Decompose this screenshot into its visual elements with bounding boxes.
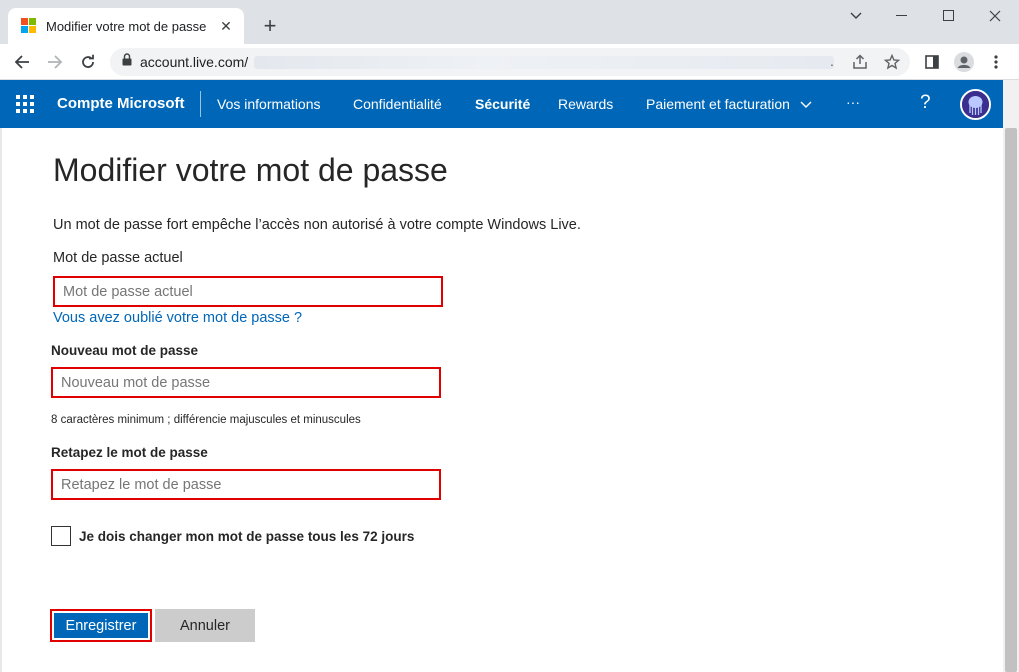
avatar[interactable] [960, 89, 991, 120]
cancel-button[interactable]: Annuler [155, 609, 255, 642]
close-window-icon[interactable] [975, 4, 1015, 28]
tab-search-icon[interactable] [836, 4, 876, 28]
forward-icon[interactable] [41, 48, 69, 76]
back-icon[interactable] [8, 48, 36, 76]
account-nav-bar: Compte Microsoft Vos informations Confid… [0, 80, 1003, 128]
browser-tab-strip: Modifier votre mot de passe ✕ + [0, 0, 1019, 44]
chevron-down-icon [800, 101, 812, 109]
nav-item-confidentialite[interactable]: Confidentialité [353, 96, 442, 112]
url-redacted [254, 56, 834, 69]
address-bar[interactable]: account.live.com/ . [110, 48, 910, 76]
share-icon[interactable] [846, 48, 874, 76]
browser-tab[interactable]: Modifier votre mot de passe ✕ [8, 8, 244, 44]
browser-toolbar: account.live.com/ . [0, 44, 1019, 80]
window-edge [0, 128, 2, 672]
side-panel-icon[interactable] [918, 48, 946, 76]
maximize-icon[interactable] [929, 4, 969, 28]
nav-item-paiement[interactable]: Paiement et facturation [646, 96, 812, 112]
tab-title: Modifier votre mot de passe [46, 18, 207, 34]
retype-password-label: Retapez le mot de passe [51, 445, 208, 460]
bookmark-star-icon[interactable] [878, 48, 906, 76]
nav-item-paiement-label: Paiement et facturation [646, 96, 790, 112]
help-icon[interactable]: ? [920, 92, 931, 114]
retype-password-input[interactable] [51, 469, 441, 500]
nav-item-vos-informations[interactable]: Vos informations [217, 96, 321, 112]
page-title: Modifier votre mot de passe [53, 152, 448, 188]
nav-item-securite[interactable]: Sécurité [475, 96, 530, 112]
app-launcher-icon[interactable] [16, 95, 34, 113]
nav-divider [200, 91, 201, 117]
current-password-input[interactable] [53, 276, 443, 307]
nav-item-rewards[interactable]: Rewards [558, 96, 613, 112]
more-menu-icon[interactable] [982, 48, 1010, 76]
new-password-input[interactable] [51, 367, 441, 398]
forgot-password-link[interactable]: Vous avez oublié votre mot de passe ? [53, 310, 302, 326]
tab-close-icon[interactable]: ✕ [214, 14, 238, 38]
page-description: Un mot de passe fort empêche l’accès non… [53, 217, 581, 233]
expire-password-label[interactable]: Je dois changer mon mot de passe tous le… [79, 529, 414, 544]
nav-more-button[interactable]: ··· [846, 94, 860, 110]
new-password-label: Nouveau mot de passe [51, 343, 199, 358]
profile-icon[interactable] [950, 48, 978, 76]
minimize-icon[interactable] [882, 4, 922, 28]
scrollbar-thumb[interactable] [1005, 128, 1017, 672]
brand-link[interactable]: Compte Microsoft [57, 95, 185, 112]
new-tab-icon[interactable]: + [258, 13, 282, 38]
password-hint: 8 caractères minimum ; différencie majus… [51, 414, 361, 426]
lock-icon[interactable] [122, 53, 132, 71]
save-button[interactable]: Enregistrer [50, 609, 152, 642]
expire-password-checkbox[interactable] [51, 526, 71, 546]
url-text: account.live.com/ [140, 54, 249, 70]
microsoft-logo-icon [21, 18, 37, 34]
current-password-label: Mot de passe actuel [53, 250, 183, 266]
url-trailing: . [830, 53, 834, 69]
reload-icon[interactable] [74, 48, 102, 76]
